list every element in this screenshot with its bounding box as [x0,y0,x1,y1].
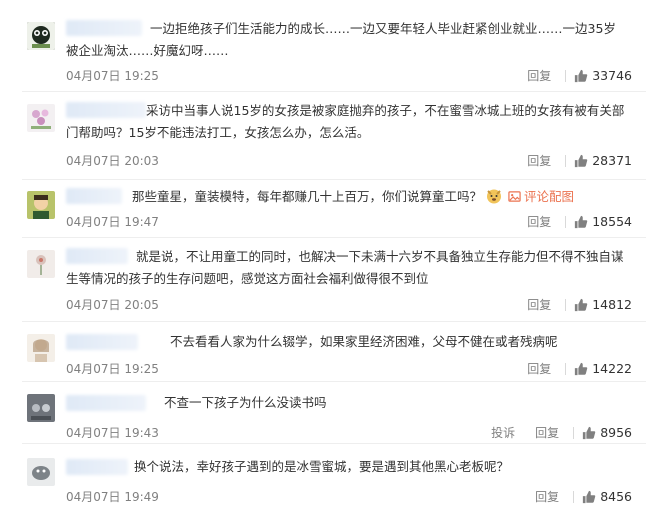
like-button[interactable]: 18554 [565,214,632,229]
comment-actions: 回复 18554 [527,213,632,230]
reply-button[interactable]: 回复 [527,296,551,313]
comment-actions: 回复 28371 [527,152,632,169]
reply-button[interactable]: 回复 [527,213,551,230]
avatar[interactable] [27,22,55,50]
comment-text: 不去看看人家为什么辍学，如果家里经济困难，父母不健在或者残病呢 [170,334,558,349]
comment-time: 04月07日 19:25 [66,69,159,83]
like-button[interactable]: 14222 [565,361,632,376]
like-count: 8956 [600,425,632,440]
comment-text: 采访中当事人说15岁的女孩是被家庭抛弃的孩子，不在蜜雪冰城上班的女孩有被有关部门… [66,103,625,140]
thumbs-up-icon [583,426,596,439]
report-button[interactable]: 投诉 [491,424,515,441]
comment-item: 换个说法，幸好孩子遇到的是冰雪蜜城，要是遇到其他黑心老板呢？ 04月07日 19… [0,444,656,510]
comment-actions: 回复 14222 [527,360,632,377]
comment-actions: 回复 8456 [535,488,632,505]
like-count: 8456 [600,489,632,504]
comment-item: 一边拒绝孩子们生活能力的成长……一边又要年轻人毕业赶紧创业就业……一边35岁被企… [0,0,656,92]
comment-text: 换个说法，幸好孩子遇到的是冰雪蜜城，要是遇到其他黑心老板呢？ [134,459,510,474]
comment-item: 不查一下孩子为什么没读书吗 04月07日 19:43 投诉 回复 8956 [0,382,656,444]
like-button[interactable]: 14812 [565,297,632,312]
avatar[interactable] [27,250,55,278]
comment-item: 就是说，不让用童工的同时，也解决一下未满十六岁不具备独立生存能力但不得不独自谋生… [0,238,656,322]
thumbs-up-icon [575,362,588,375]
comment-text: 不查一下孩子为什么没读书吗 [164,395,327,410]
comment-time: 04月07日 19:43 [66,426,159,440]
reply-button[interactable]: 回复 [535,424,559,441]
thumbs-up-icon [575,69,588,82]
comment-time: 04月07日 19:49 [66,490,159,504]
reply-button[interactable]: 回复 [527,360,551,377]
thumbs-up-icon [575,298,588,311]
comment-actions: 回复 33746 [527,67,632,84]
reply-button[interactable]: 回复 [527,67,551,84]
like-button[interactable]: 33746 [565,68,632,83]
comment-time: 04月07日 20:03 [66,154,159,168]
comment-actions: 投诉 回复 8956 [491,424,632,441]
reply-button[interactable]: 回复 [535,488,559,505]
comment-item: 那些童星，童装模特，每年都赚几十上百万，你们说算童工吗？ 评论配图 04月07日 … [0,180,656,238]
avatar[interactable] [27,334,55,362]
like-count: 14812 [592,297,632,312]
comment-time: 04月07日 20:05 [66,298,159,312]
comment-time: 04月07日 19:47 [66,215,159,229]
picture-icon [508,191,521,202]
like-button[interactable]: 28371 [565,153,632,168]
like-button[interactable]: 8956 [573,425,632,440]
avatar[interactable] [27,394,55,422]
like-count: 14222 [592,361,632,376]
avatar[interactable] [27,104,55,132]
doge-face-icon [487,189,502,204]
reply-button[interactable]: 回复 [527,152,551,169]
avatar[interactable] [27,458,55,486]
comment-text: 那些童星，童装模特，每年都赚几十上百万，你们说算童工吗？ 评论配图 [132,189,575,204]
comment-text: 一边拒绝孩子们生活能力的成长……一边又要年轻人毕业赶紧创业就业……一边35岁被企… [66,21,616,58]
comment-image-link[interactable]: 评论配图 [524,189,574,204]
like-count: 28371 [592,153,632,168]
avatar[interactable] [27,191,55,219]
comment-item: 不去看看人家为什么辍学，如果家里经济困难，父母不健在或者残病呢 04月07日 1… [0,322,656,382]
thumbs-up-icon [575,154,588,167]
like-count: 18554 [592,214,632,229]
like-button[interactable]: 8456 [573,489,632,504]
comment-actions: 回复 14812 [527,296,632,313]
thumbs-up-icon [583,490,596,503]
comment-text: 就是说，不让用童工的同时，也解决一下未满十六岁不具备独立生存能力但不得不独自谋生… [66,249,624,286]
like-count: 33746 [592,68,632,83]
comment-time: 04月07日 19:25 [66,362,159,376]
comment-item: 采访中当事人说15岁的女孩是被家庭抛弃的孩子，不在蜜雪冰城上班的女孩有被有关部门… [0,92,656,180]
thumbs-up-icon [575,215,588,228]
